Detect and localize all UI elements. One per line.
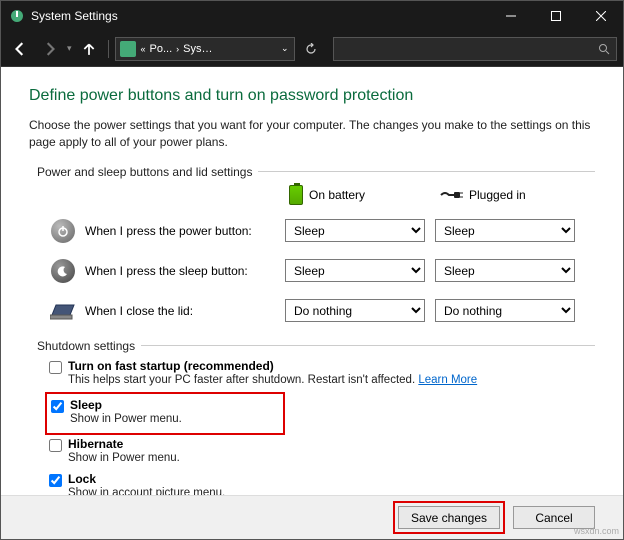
power-battery-select[interactable]: Sleep (285, 219, 425, 242)
lid-row: When I close the lid: Do nothing Do noth… (29, 291, 595, 331)
hibernate-row: Hibernate Show in Power menu. (49, 435, 595, 470)
sleep-battery-select[interactable]: Sleep (285, 259, 425, 282)
section-header-shutdown: Shutdown settings (37, 339, 595, 353)
lid-plugged-select[interactable]: Do nothing (435, 299, 575, 322)
search-input[interactable] (340, 43, 598, 55)
fast-startup-row: Turn on fast startup (recommended) This … (49, 357, 595, 392)
sleep-row: Sleep Show in Power menu. (51, 396, 279, 431)
hibernate-sub: Show in Power menu. (68, 452, 180, 464)
lid-battery-select[interactable]: Do nothing (285, 299, 425, 322)
button-bar: Save changes Cancel (1, 495, 623, 539)
breadcrumb[interactable]: « Po... › Syste... ⌄ (115, 37, 295, 61)
page-heading: Define power buttons and turn on passwor… (29, 87, 595, 105)
folder-icon (120, 41, 136, 57)
lid-label: When I close the lid: (85, 304, 285, 318)
search-box[interactable] (333, 37, 617, 61)
maximize-button[interactable] (533, 1, 578, 31)
forward-button[interactable] (37, 36, 63, 62)
breadcrumb-segment[interactable]: Po... (147, 43, 176, 55)
refresh-button[interactable] (299, 43, 323, 55)
lock-label: Lock (68, 472, 96, 486)
column-headers: On battery Plugged in (289, 185, 595, 205)
window-title: System Settings (31, 9, 488, 23)
plugged-in-label: Plugged in (469, 188, 526, 202)
minimize-button[interactable] (488, 1, 533, 31)
laptop-lid-icon (50, 301, 76, 321)
power-button-label: When I press the power button: (85, 224, 285, 238)
back-button[interactable] (7, 36, 33, 62)
titlebar: System Settings (1, 1, 623, 31)
hibernate-label: Hibernate (68, 437, 123, 451)
nav-toolbar: ▾ « Po... › Syste... ⌄ (1, 31, 623, 67)
watermark: wsxdn.com (574, 526, 619, 536)
sleep-button-label: When I press the sleep button: (85, 264, 285, 278)
power-icon (51, 219, 75, 243)
content-area: Define power buttons and turn on passwor… (1, 67, 623, 505)
lock-checkbox[interactable] (49, 474, 62, 487)
sleep-label: Sleep (70, 398, 102, 412)
search-icon (598, 43, 610, 55)
sleep-option-highlight: Sleep Show in Power menu. (45, 392, 285, 435)
hibernate-checkbox[interactable] (49, 439, 62, 452)
sleep-checkbox[interactable] (51, 400, 64, 413)
on-battery-label: On battery (309, 188, 365, 202)
page-description: Choose the power settings that you want … (29, 117, 595, 151)
fast-startup-checkbox[interactable] (49, 361, 62, 374)
save-button-highlight: Save changes (393, 501, 505, 534)
sleep-plugged-select[interactable]: Sleep (435, 259, 575, 282)
plug-icon (439, 189, 463, 201)
power-plugged-select[interactable]: Sleep (435, 219, 575, 242)
breadcrumb-segment[interactable]: Syste... (180, 43, 218, 55)
up-button[interactable] (76, 36, 102, 62)
learn-more-link[interactable]: Learn More (418, 374, 477, 386)
section-header-buttons: Power and sleep buttons and lid settings (37, 165, 595, 179)
fast-startup-label: Turn on fast startup (recommended) (68, 359, 274, 373)
sleep-sub: Show in Power menu. (70, 413, 182, 425)
sleep-button-row: When I press the sleep button: Sleep Sle… (29, 251, 595, 291)
close-button[interactable] (578, 1, 623, 31)
moon-icon (51, 259, 75, 283)
app-icon (9, 8, 25, 24)
battery-icon (289, 185, 303, 205)
power-button-row: When I press the power button: Sleep Sle… (29, 211, 595, 251)
save-button[interactable]: Save changes (398, 506, 500, 529)
